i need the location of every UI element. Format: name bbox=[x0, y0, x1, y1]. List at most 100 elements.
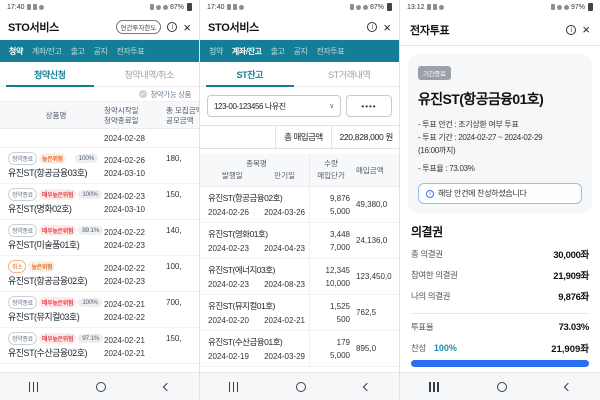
status-badge: 취소 bbox=[8, 260, 26, 273]
table-row[interactable]: 유진ST(뮤지컬01호) 2024-02-20 2024-02-21 1,525… bbox=[200, 295, 399, 331]
notification-dot-icon bbox=[239, 5, 244, 10]
checkbox-icon[interactable]: ✓ bbox=[139, 90, 147, 98]
security-name: 유진ST(영화01호) bbox=[208, 228, 305, 240]
notification-icon bbox=[227, 4, 231, 10]
start-date: 2024-02-21 bbox=[104, 334, 166, 347]
sub-tab-bar: ST잔고 ST거래내역 bbox=[200, 62, 399, 87]
table-row[interactable]: 유진ST(수산금융01호) 2024-02-19 2024-03-29 179 … bbox=[200, 331, 399, 367]
tab-account-balance[interactable]: 계좌/잔고 bbox=[232, 46, 262, 57]
col-purchase-amount: 매입금액 bbox=[356, 154, 399, 186]
table-row[interactable]: 청약종료 매우높은위험 100% 유진ST(뮤지컬03호) 2024-02-21… bbox=[0, 292, 199, 328]
status-bar: 13:12 97% bbox=[400, 0, 600, 14]
tab-withdrawal[interactable]: 출고 bbox=[271, 46, 285, 57]
product-name: 유진ST(미술품01호) bbox=[8, 238, 104, 251]
tab-notice[interactable]: 공지 bbox=[94, 46, 108, 57]
risk-badge: 매우높은위험 bbox=[39, 333, 76, 344]
close-icon[interactable]: × bbox=[582, 23, 590, 36]
app-notification-icon bbox=[233, 4, 237, 10]
home-icon[interactable] bbox=[497, 382, 507, 392]
risk-badge: 매우높은위험 bbox=[39, 189, 76, 200]
alarm-icon bbox=[564, 5, 569, 10]
table-row[interactable]: 청약종료 매우높은위험 100% 유진ST(명화02호) 2024-02-23 … bbox=[0, 184, 199, 220]
unit-price: 500 bbox=[310, 313, 350, 326]
recent-apps-icon[interactable] bbox=[29, 382, 39, 392]
col-total-amount: 총 모집금액 공모금액 bbox=[166, 106, 199, 124]
tab-evoting[interactable]: 전자투표 bbox=[316, 46, 344, 57]
security-name: 유진ST(에너지03호) bbox=[208, 264, 305, 276]
end-date: 2024-02-23 bbox=[104, 239, 166, 252]
col-security-name: 종목명 발행일 만기일 bbox=[200, 154, 310, 186]
col-quantity-price: 수량 매입단가 bbox=[310, 154, 356, 186]
recent-apps-icon[interactable] bbox=[229, 382, 239, 392]
table-row[interactable]: 청약종료 높은위험 100% 유진ST(항공금융03호) 2024-02-26 … bbox=[0, 148, 199, 184]
end-date: 2024-02-22 bbox=[104, 311, 166, 324]
percent-badge: 97.1% bbox=[78, 334, 103, 343]
subtab-st-balance[interactable]: ST잔고 bbox=[200, 62, 300, 86]
maturity-date: 2024-02-21 bbox=[264, 316, 305, 325]
table-row-partial[interactable]: 2024-02-28 bbox=[0, 129, 199, 148]
info-icon[interactable]: i bbox=[167, 22, 177, 32]
divider bbox=[411, 313, 589, 314]
subtab-st-history[interactable]: ST거래내역 bbox=[300, 62, 400, 86]
notice-text: 해당 안건에 찬성하셨습니다 bbox=[438, 188, 527, 199]
home-icon[interactable] bbox=[96, 382, 106, 392]
info-icon[interactable]: i bbox=[367, 22, 377, 32]
end-date: 2024-02-23 bbox=[104, 275, 166, 288]
table-row[interactable]: 유진ST(에너지03호) 2024-02-23 2024-08-23 12,34… bbox=[200, 259, 399, 295]
password-field[interactable]: •••• bbox=[346, 95, 392, 117]
table-row[interactable]: 유진ST(영화01호) 2024-02-23 2024-04-23 3,448 … bbox=[200, 223, 399, 259]
yes-count: 21,909좌 bbox=[551, 341, 589, 355]
start-date: 2024-02-21 bbox=[104, 298, 166, 311]
table-row[interactable]: 유진ST(항공금융02호) 2024-02-26 2024-03-26 9,87… bbox=[200, 187, 399, 223]
info-icon[interactable]: i bbox=[566, 25, 576, 35]
subtab-subscription-history[interactable]: 청약내역/취소 bbox=[100, 62, 200, 86]
table-row[interactable]: 청약종료 매우높은위험 89.1% 유진ST(미술품01호) 2024-02-2… bbox=[0, 220, 199, 256]
issue-date: 2024-02-23 bbox=[208, 244, 249, 253]
tab-subscription[interactable]: 청약 bbox=[209, 46, 223, 57]
status-badge: 청약종료 bbox=[8, 224, 37, 237]
android-nav-bar bbox=[400, 372, 600, 400]
close-icon[interactable]: × bbox=[183, 21, 191, 34]
recent-apps-icon[interactable] bbox=[429, 382, 439, 392]
total-purchase-value: 220,828,000 원 bbox=[332, 131, 399, 143]
status-bar: 17:40 87% bbox=[0, 0, 199, 14]
tab-subscription[interactable]: 청약 bbox=[9, 46, 23, 57]
vote-agenda: - 투표 안건 : 조기상환 여부 투표 bbox=[418, 118, 582, 131]
voting-rights-section: 의결권 총 의결권 30,000좌 참여한 의결권 21,909좌 나의 의결권… bbox=[400, 223, 600, 389]
filter-label[interactable]: 청약가능 상품 bbox=[150, 89, 191, 100]
table-row[interactable]: 청약종료 매우높은위험 97.1% 유진ST(수산금융02호) 2024-02-… bbox=[0, 328, 199, 364]
unit-price: 10,000 bbox=[310, 277, 350, 290]
percent-badge: 100% bbox=[78, 298, 101, 307]
section-heading: 의결권 bbox=[411, 223, 589, 240]
security-name: 유진ST(뮤지컬01호) bbox=[208, 300, 305, 312]
subtab-subscription-apply[interactable]: 청약신청 bbox=[0, 62, 100, 86]
panel-balance: 17:40 87% STO서비스 i × 청약 계좌/잔고 출고 bbox=[200, 0, 400, 400]
amount: 140, bbox=[166, 225, 199, 251]
investment-limit-button[interactable]: 연간투자한도 bbox=[116, 20, 162, 34]
table-row[interactable]: 취소 높은위험 유진ST(항공금융02호) 2024-02-22 2024-02… bbox=[0, 256, 199, 292]
android-nav-bar bbox=[0, 372, 199, 400]
tab-notice[interactable]: 공지 bbox=[294, 46, 308, 57]
yes-progress-bar bbox=[411, 360, 589, 367]
panel-subscription: 17:40 87% STO서비스 연간투자한도 i × 청약 계 bbox=[0, 0, 200, 400]
purchase-amount: 123,450,0 bbox=[356, 259, 399, 294]
maturity-date: 2024-03-29 bbox=[264, 352, 305, 361]
status-badge: 청약종료 bbox=[8, 332, 37, 345]
back-icon[interactable] bbox=[163, 382, 171, 390]
tab-account-balance[interactable]: 계좌/잔고 bbox=[32, 46, 62, 57]
battery-percent: 87% bbox=[370, 4, 384, 11]
app-bar: STO서비스 i × bbox=[200, 14, 399, 40]
tab-withdrawal[interactable]: 출고 bbox=[71, 46, 85, 57]
amount: 700, bbox=[166, 297, 199, 323]
issue-date: 2024-02-26 bbox=[208, 208, 249, 217]
account-select[interactable]: 123-00-123456 나유진 ∨ bbox=[207, 95, 341, 117]
home-icon[interactable] bbox=[296, 382, 306, 392]
vote-card[interactable]: 기간종료 유진ST(항공금융01호) - 투표 안건 : 조기상환 여부 투표 … bbox=[408, 54, 592, 213]
back-icon[interactable] bbox=[363, 382, 371, 390]
back-icon[interactable] bbox=[564, 382, 572, 390]
panel-evoting: 13:12 97% 전자투표 i × 기간종료 유진ST(항공금융01호) bbox=[400, 0, 600, 400]
end-date: 2024-03-10 bbox=[104, 203, 166, 216]
quantity: 9,876 bbox=[310, 192, 350, 205]
tab-evoting[interactable]: 전자투표 bbox=[116, 46, 144, 57]
close-icon[interactable]: × bbox=[383, 21, 391, 34]
